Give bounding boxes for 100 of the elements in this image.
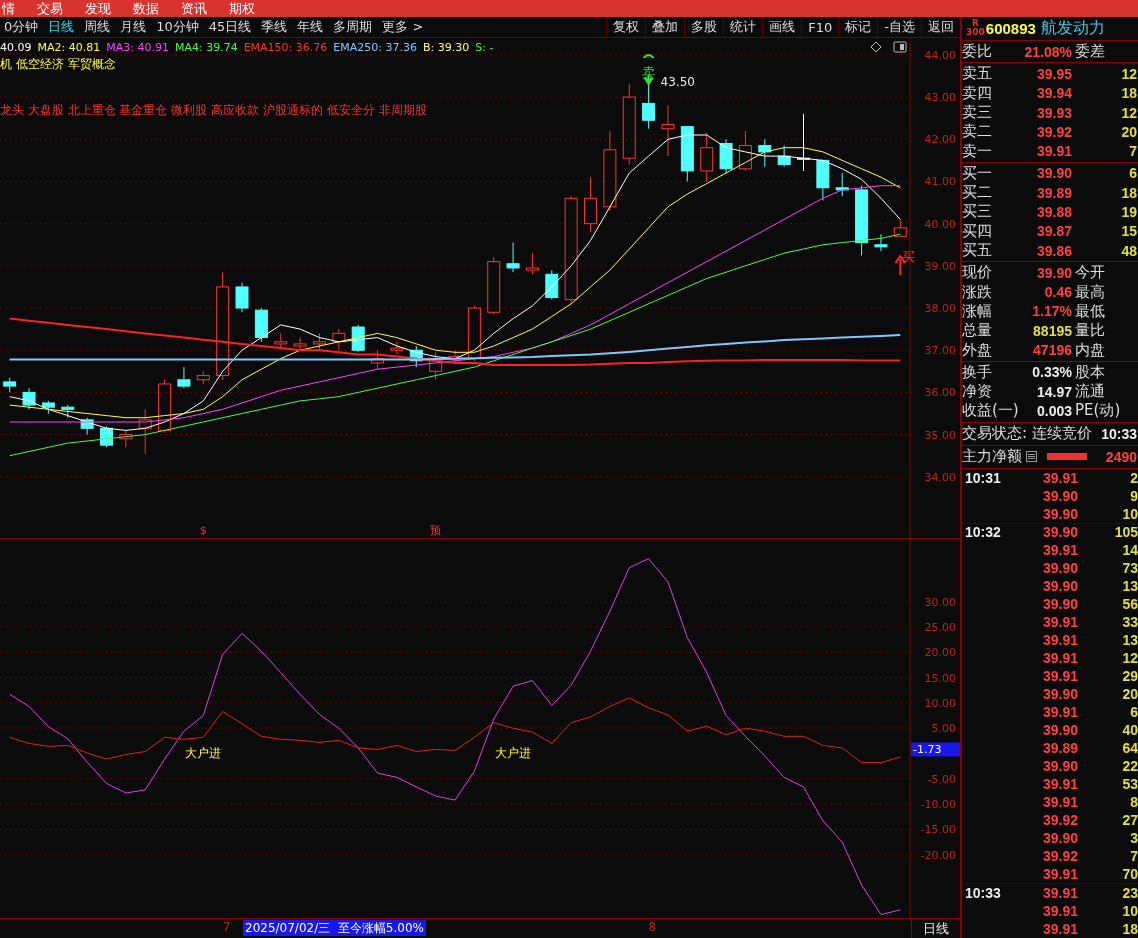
row-label: 买五 <box>962 241 993 261</box>
candlestick <box>61 405 75 419</box>
row-label: 涨跌 <box>962 282 993 302</box>
price-value: 39.92 <box>1035 123 1072 140</box>
period-tab[interactable]: 45日线 <box>204 17 256 38</box>
tick-price: 39.90 <box>1041 560 1078 577</box>
date-tooltip: 2025/07/02/三 至今涨幅5.00% <box>243 920 426 937</box>
stat-value: 0.003 <box>1035 402 1072 419</box>
candlestick <box>816 160 830 202</box>
tick-volume: 73 <box>1121 560 1138 577</box>
candlestick <box>332 329 346 352</box>
price-value: 39.95 <box>1035 65 1072 82</box>
tick-volume: 56 <box>1121 596 1138 613</box>
tick-volume: 9 <box>1129 487 1138 504</box>
row-label: 委比 <box>962 42 993 62</box>
axis-label: 44.00 <box>924 49 956 63</box>
menu-item[interactable]: 发现 <box>85 0 111 17</box>
toolbar-button[interactable]: 复权 <box>606 17 646 38</box>
toolbar-button[interactable]: 叠加 <box>645 17 685 38</box>
tick-volume: 29 <box>1121 668 1138 685</box>
volume-value: 6 <box>1128 165 1138 182</box>
panel-toggle-icon[interactable] <box>893 41 907 53</box>
axis-label: -5.00 <box>927 773 956 787</box>
menu-item[interactable]: 交易 <box>37 0 63 17</box>
axis-label: 7 <box>222 920 231 935</box>
candlestick <box>448 350 462 364</box>
period-tab[interactable]: 日线 <box>44 17 79 38</box>
axis-label: 10.00 <box>924 697 956 711</box>
period-tab[interactable]: 月线 <box>116 17 151 38</box>
tick-volume: 105 <box>1113 524 1138 541</box>
row-label: 收益(一) <box>962 401 1018 421</box>
toolbar-button[interactable]: F10 <box>801 17 839 38</box>
menu-item[interactable]: 资讯 <box>181 0 207 17</box>
candlestick <box>3 377 17 394</box>
candlestick <box>235 282 249 314</box>
signal-marker: $ <box>199 524 207 538</box>
toolbar-button[interactable]: 多股 <box>684 17 724 38</box>
period-tab[interactable]: 周线 <box>80 17 115 38</box>
price-label: 43.50 <box>660 75 695 90</box>
tick-volume: 8 <box>1129 794 1138 811</box>
candlestick <box>525 253 539 276</box>
axis-label: 34.00 <box>924 471 956 485</box>
price-value: 39.88 <box>1035 204 1072 220</box>
toolbar-button[interactable]: 统计 <box>723 17 763 38</box>
tick-volume: 18 <box>1121 921 1138 938</box>
toolbar-button[interactable]: 标记 <box>838 17 878 38</box>
axis-label: 5.00 <box>931 722 956 736</box>
stat-value: 47196 <box>1032 342 1072 359</box>
tick-price: 39.91 <box>1041 903 1078 920</box>
rating-mark: R <box>971 19 979 29</box>
volume-value: 15 <box>1120 223 1138 240</box>
candlestick <box>874 234 888 253</box>
menu-item[interactable]: 数据 <box>133 0 159 17</box>
candlestick <box>177 367 191 390</box>
tag-list: 龙头 大盘股 北上重仓 基金重仓 微利股 高应收款 沪股通标的 低安全分 非周期股 <box>0 102 494 120</box>
menu-item[interactable]: 期权 <box>229 0 255 17</box>
tick-volume: 40 <box>1121 722 1138 739</box>
period-tab[interactable]: 0分钟 <box>0 17 43 38</box>
candlestick <box>777 145 791 168</box>
tick-volume: 13 <box>1121 632 1138 649</box>
price-value: 39.94 <box>1035 85 1072 102</box>
menu-item[interactable]: 情 <box>2 0 15 17</box>
axis-label: 39.00 <box>924 260 956 274</box>
row-label: 卖五 <box>962 64 993 84</box>
toolbar-button[interactable]: 画线 <box>762 17 802 38</box>
tick-price: 39.91 <box>1041 542 1078 559</box>
tick-price: 39.91 <box>1041 776 1078 793</box>
ratio-value: 21.08% <box>1023 43 1072 60</box>
stat-value: 0.46 <box>1043 284 1072 301</box>
tick-time: 10:33 <box>965 885 1001 902</box>
tick-volume: 27 <box>1121 812 1138 829</box>
price-value: 39.91 <box>1035 143 1072 160</box>
annotation: 买 <box>902 249 916 265</box>
row-label: 最低 <box>1074 301 1106 321</box>
period-tab[interactable]: 季线 <box>257 17 292 38</box>
period-tab[interactable]: 10分钟 <box>152 17 203 38</box>
candlestick <box>22 388 36 411</box>
toolbar-button[interactable]: 返回 <box>921 17 960 38</box>
tick-price: 39.90 <box>1041 830 1078 847</box>
candlestick <box>312 333 326 352</box>
row-label: 涨幅 <box>962 301 993 321</box>
period-tab[interactable]: 年线 <box>293 17 328 38</box>
tick-volume: 10 <box>1121 903 1138 920</box>
period-tab[interactable]: 更多 > <box>378 17 428 38</box>
period-tab[interactable]: 多周期 <box>329 17 377 38</box>
row-label: 主力净额 <box>962 447 1022 467</box>
candlestick <box>351 324 365 354</box>
tick-price: 39.91 <box>1041 794 1078 811</box>
tick-price: 39.89 <box>1041 740 1078 757</box>
row-label: 净资 <box>962 382 993 402</box>
diamond-icon[interactable] <box>870 41 882 53</box>
row-label: 今开 <box>1074 263 1106 283</box>
trade-status: 交易状态: 连续竞价 <box>962 424 1092 444</box>
list-icon[interactable] <box>1026 451 1037 463</box>
legend-value: EMA250: 37.36 <box>333 40 417 57</box>
toolbar-button[interactable]: -自选 <box>877 17 921 38</box>
price-value: 39.93 <box>1035 104 1072 121</box>
tick-price: 39.91 <box>1041 650 1078 667</box>
candlestick <box>700 132 714 183</box>
row-label: 量比 <box>1074 321 1106 341</box>
